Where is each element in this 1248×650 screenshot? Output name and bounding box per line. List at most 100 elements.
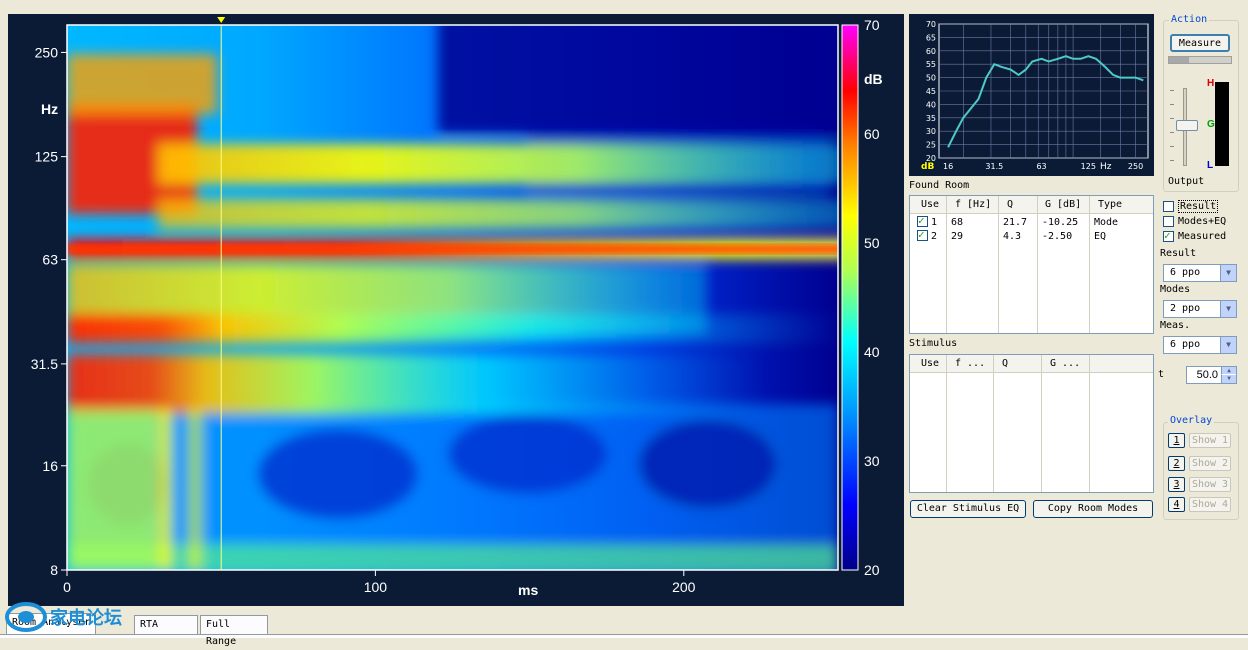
modes-select-label: Modes <box>1160 284 1191 295</box>
meas-ppo-select[interactable]: 6 ppo ▼ <box>1163 336 1237 354</box>
overlay-4-button[interactable]: 4 <box>1168 497 1185 512</box>
modes-eq-checkbox-label[interactable]: Modes+EQ <box>1178 216 1226 227</box>
col-type[interactable]: Type <box>1098 199 1122 210</box>
tab-rta[interactable]: RTA <box>134 615 198 634</box>
stim-col-freq[interactable]: f ... <box>955 358 985 369</box>
response-x-tick: 250 <box>1128 162 1143 171</box>
response-x-tick: 16 <box>943 162 953 171</box>
chevron-down-icon[interactable]: ▼ <box>1220 337 1236 353</box>
response-y-tick: 35 <box>926 114 936 123</box>
response-y-tick: 70 <box>926 20 936 29</box>
response-y-axis: 7065605550454035302520 <box>926 20 936 163</box>
clear-stimulus-eq-button[interactable]: Clear Stimulus EQ <box>910 500 1026 518</box>
overlay-1-button[interactable]: 1 <box>1168 433 1185 448</box>
y-tick-label: 16 <box>42 458 58 474</box>
meter-high-label: H <box>1207 78 1215 89</box>
watermark-text: 家电论坛 <box>50 607 122 629</box>
y-axis-unit: Hz <box>41 101 58 117</box>
output-slider-thumb[interactable] <box>1176 120 1198 131</box>
y-tick-label: 125 <box>35 149 59 165</box>
colorbar-tick-label: 50 <box>864 235 880 251</box>
response-x-tick: 63 <box>1036 162 1046 171</box>
response-y-unit: dB <box>921 162 934 172</box>
response-y-tick: 25 <box>926 141 936 150</box>
modes-eq-checkbox[interactable] <box>1163 216 1174 227</box>
show-2-button[interactable]: Show 2 <box>1189 456 1231 471</box>
time-cursor-marker[interactable] <box>217 17 226 23</box>
y-tick-label: 8 <box>50 562 58 578</box>
x-axis-unit: ms <box>518 582 538 598</box>
x-axis: 0 100 200 <box>63 570 696 595</box>
spectrogram-panel: 250 125 63 31.5 16 8 Hz 0 100 200 ms 70 60 50 40 30… <box>8 14 904 606</box>
modes-ppo-value: 2 ppo <box>1170 303 1201 314</box>
row-2-freq[interactable]: 29 <box>951 231 963 242</box>
found-room-table[interactable]: Use f [Hz] Q G [dB] Type 1 68 21.7 -10.2… <box>909 195 1154 334</box>
meter-good-label: G <box>1207 119 1215 130</box>
modes-ppo-select[interactable]: 2 ppo ▼ <box>1163 300 1237 318</box>
col-freq[interactable]: f [Hz] <box>955 199 991 210</box>
row-1-gain[interactable]: -10.25 <box>1042 217 1078 228</box>
row-1-freq[interactable]: 68 <box>951 217 963 228</box>
show-1-button[interactable]: Show 1 <box>1189 433 1231 448</box>
colorbar-tick-label: 30 <box>864 453 880 469</box>
row-1-q[interactable]: 21.7 <box>1003 217 1027 228</box>
overlay-3-button[interactable]: 3 <box>1168 477 1185 492</box>
found-room-title: Found Room <box>909 180 970 191</box>
response-y-tick: 60 <box>926 47 936 56</box>
col-gain[interactable]: G [dB] <box>1045 199 1081 210</box>
stim-col-gain[interactable]: G ... <box>1050 358 1080 369</box>
row-1-type[interactable]: Mode <box>1094 217 1118 228</box>
chevron-down-icon[interactable]: ▼ <box>1220 265 1236 281</box>
colorbar-tick-label: 70 <box>864 17 880 33</box>
response-x-unit: Hz <box>1100 162 1112 172</box>
result-ppo-select[interactable]: 6 ppo ▼ <box>1163 264 1237 282</box>
tab-full-range[interactable]: Full Range <box>200 615 268 647</box>
watermark-logo: 家电论坛 <box>4 600 124 634</box>
stim-col-q[interactable]: Q <box>1002 358 1008 369</box>
output-label: Output <box>1168 176 1205 187</box>
result-checkbox-label[interactable]: Result <box>1178 200 1219 213</box>
row-2-gain[interactable]: -2.50 <box>1042 231 1072 242</box>
t-spinner[interactable]: 50.0 ▲ ▼ <box>1186 366 1237 384</box>
response-chart[interactable]: 7065605550454035302520 16 31.5 63 125 250 dB… <box>909 14 1154 176</box>
col-q[interactable]: Q <box>1007 199 1013 210</box>
response-x-axis: 16 31.5 63 125 250 <box>943 162 1143 171</box>
show-3-button[interactable]: Show 3 <box>1189 477 1231 492</box>
stim-col-use[interactable]: Use <box>921 358 939 369</box>
progress-fill <box>1169 57 1189 63</box>
meas-select-label: Meas. <box>1160 320 1191 331</box>
response-y-tick: 55 <box>926 60 936 69</box>
result-select-label: Result <box>1160 248 1197 259</box>
overlay-2-button[interactable]: 2 <box>1168 456 1185 471</box>
spectrogram-chart[interactable]: 250 125 63 31.5 16 8 Hz 0 100 200 ms 70 60 50 40 30… <box>8 14 904 606</box>
stimulus-title: Stimulus <box>909 338 958 349</box>
result-ppo-value: 6 ppo <box>1170 267 1201 278</box>
overlay-title: Overlay <box>1168 415 1215 426</box>
row-2-use-checkbox[interactable] <box>917 228 928 241</box>
row-2-index: 2 <box>931 231 938 242</box>
spin-up-icon[interactable]: ▲ <box>1221 367 1236 375</box>
measured-checkbox-label[interactable]: Measured <box>1178 231 1226 242</box>
measure-button[interactable]: Measure <box>1170 34 1230 52</box>
t-label: t <box>1158 369 1165 380</box>
response-y-tick: 50 <box>926 74 936 83</box>
response-x-tick: 31.5 <box>985 162 1003 171</box>
colorbar-tick-label: 20 <box>864 562 880 578</box>
col-use[interactable]: Use <box>921 199 939 210</box>
row-2-type[interactable]: EQ <box>1094 231 1106 242</box>
meter-low-label: L <box>1207 160 1214 171</box>
stimulus-table[interactable]: Use f ... Q G ... <box>909 354 1154 493</box>
row-1-use-checkbox[interactable] <box>917 214 928 227</box>
result-checkbox[interactable] <box>1163 201 1174 212</box>
spin-down-icon[interactable]: ▼ <box>1221 375 1236 383</box>
chevron-down-icon[interactable]: ▼ <box>1220 301 1236 317</box>
response-y-tick: 65 <box>926 33 936 42</box>
t-value[interactable]: 50.0 <box>1197 369 1218 381</box>
x-tick-label: 100 <box>364 579 388 595</box>
y-tick-label: 63 <box>42 252 58 268</box>
response-x-tick: 125 <box>1081 162 1096 171</box>
show-4-button[interactable]: Show 4 <box>1189 497 1231 512</box>
measured-checkbox[interactable] <box>1163 229 1174 242</box>
row-2-q[interactable]: 4.3 <box>1003 231 1021 242</box>
copy-room-modes-button[interactable]: Copy Room Modes <box>1033 500 1153 518</box>
